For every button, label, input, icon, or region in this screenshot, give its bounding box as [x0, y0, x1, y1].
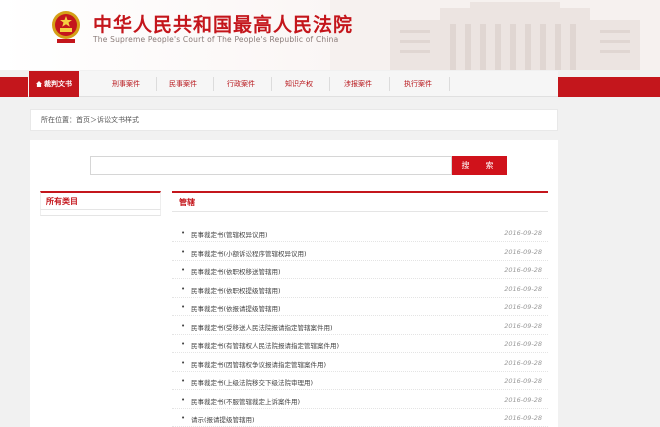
document-link[interactable]: 民事裁定书(不服管辖裁定上诉案件用) [191, 396, 300, 406]
list-item[interactable]: • 民事裁定书(有管辖权人民法院报请指定管辖案件用) 2016-09-28 [172, 335, 548, 353]
document-date: 2016-09-28 [504, 303, 542, 311]
category-sidebar: 所有类目 [40, 191, 161, 216]
bullet-icon: • [181, 284, 186, 293]
home-icon [36, 81, 42, 87]
list-item[interactable]: • 民事裁定书(依报请提级管辖用) 2016-09-28 [172, 298, 548, 316]
bullet-icon: • [181, 247, 186, 256]
document-date: 2016-09-28 [504, 284, 542, 293]
nav-item-judgments[interactable]: 裁判文书 [29, 71, 79, 97]
court-building-illustration [330, 0, 660, 70]
search-button[interactable]: 搜 索 [452, 156, 507, 175]
nav-item-foreign-cases[interactable]: 涉报案件 [330, 71, 386, 97]
breadcrumb-home-link[interactable]: 首页 [76, 116, 90, 124]
bullet-icon: • [181, 303, 186, 311]
document-link[interactable]: 民事裁定书(小额诉讼程序管辖权异议用) [191, 248, 307, 258]
bullet-icon: • [181, 266, 186, 274]
document-link[interactable]: 请示(报请提级管辖用) [191, 414, 255, 424]
list-item[interactable]: • 民事裁定书(上级法院移交下级法院审理用) 2016-09-28 [172, 372, 548, 390]
document-list-panel: 管辖 [172, 191, 548, 212]
list-item[interactable]: • 民事裁定书(不服管辖裁定上诉案件用) 2016-09-28 [172, 391, 548, 409]
list-item[interactable]: • 民事裁定书(依职权移送管辖用) 2016-09-28 [172, 261, 548, 279]
list-item[interactable]: • 民事裁定书(小额诉讼程序管辖权异议用) 2016-09-28 [172, 243, 548, 261]
bullet-icon: • [181, 340, 186, 348]
document-link[interactable]: 民事裁定书(管辖权异议用) [191, 229, 268, 239]
document-link[interactable]: 民事裁定书(因管辖权争议报请指定管辖案件用) [191, 359, 326, 369]
bullet-icon: • [181, 414, 186, 422]
nav-item-label: 裁判文书 [44, 80, 72, 88]
document-link[interactable]: 民事裁定书(依职权提级管辖用) [191, 285, 281, 295]
document-link[interactable]: 民事裁定书(依职权移送管辖用) [191, 266, 281, 276]
bullet-icon: • [181, 229, 186, 237]
document-date: 2016-09-28 [504, 321, 542, 330]
nav-item-administrative[interactable]: 行政案件 [214, 71, 268, 97]
document-link[interactable]: 民事裁定书(受移送人民法院报请指定管辖案件用) [191, 322, 333, 332]
breadcrumb-prefix: 所在位置： [41, 116, 76, 124]
breadcrumb: 所在位置：首页＞诉讼文书样式 [30, 109, 558, 131]
nav-item-enforcement[interactable]: 执行案件 [390, 71, 446, 97]
document-link[interactable]: 民事裁定书(上级法院移交下级法院审理用) [191, 377, 313, 387]
nav-divider [449, 77, 450, 91]
nav-item-intellectual-property[interactable]: 知识产权 [272, 71, 326, 97]
search-input[interactable] [90, 156, 452, 175]
document-date: 2016-09-28 [504, 414, 542, 422]
list-item[interactable]: • 民事裁定书(管辖权异议用) 2016-09-28 [172, 224, 548, 242]
document-date: 2016-09-28 [504, 358, 542, 367]
bullet-icon: • [181, 377, 186, 385]
site-header: 中华人民共和国最高人民法院 The Supreme People's Court… [0, 0, 660, 70]
document-date: 2016-09-28 [504, 266, 542, 274]
bullet-icon: • [181, 321, 186, 330]
document-date: 2016-09-28 [504, 377, 542, 385]
document-date: 2016-09-28 [504, 229, 542, 237]
site-title: 中华人民共和国最高人民法院 [93, 14, 354, 36]
national-emblem-icon [52, 11, 80, 43]
breadcrumb-current: 诉讼文书样式 [97, 116, 139, 124]
document-link[interactable]: 民事裁定书(有管辖权人民法院报请指定管辖案件用) [191, 340, 339, 350]
sidebar-heading: 所有类目 [40, 191, 161, 210]
breadcrumb-separator: ＞ [90, 116, 97, 124]
document-date: 2016-09-28 [504, 395, 542, 404]
document-link[interactable]: 民事裁定书(依报请提级管辖用) [191, 303, 281, 313]
sidebar-list [40, 210, 161, 216]
list-item[interactable]: • 民事裁定书(受移送人民法院报请指定管辖案件用) 2016-09-28 [172, 317, 548, 335]
nav-item-civil[interactable]: 民事案件 [157, 71, 209, 97]
document-date: 2016-09-28 [504, 340, 542, 348]
list-item[interactable]: • 请示(报请提级管辖用) 2016-09-28 [172, 409, 548, 427]
site-subtitle: The Supreme People's Court of The People… [93, 35, 339, 44]
document-date: 2016-09-28 [504, 247, 542, 256]
list-item[interactable]: • 民事裁定书(因管辖权争议报请指定管辖案件用) 2016-09-28 [172, 354, 548, 372]
bullet-icon: • [181, 358, 186, 367]
section-heading: 管辖 [172, 191, 548, 212]
nav-item-criminal[interactable]: 刑事案件 [100, 71, 152, 97]
list-item[interactable]: • 民事裁定书(依职权提级管辖用) 2016-09-28 [172, 280, 548, 298]
bullet-icon: • [181, 395, 186, 404]
